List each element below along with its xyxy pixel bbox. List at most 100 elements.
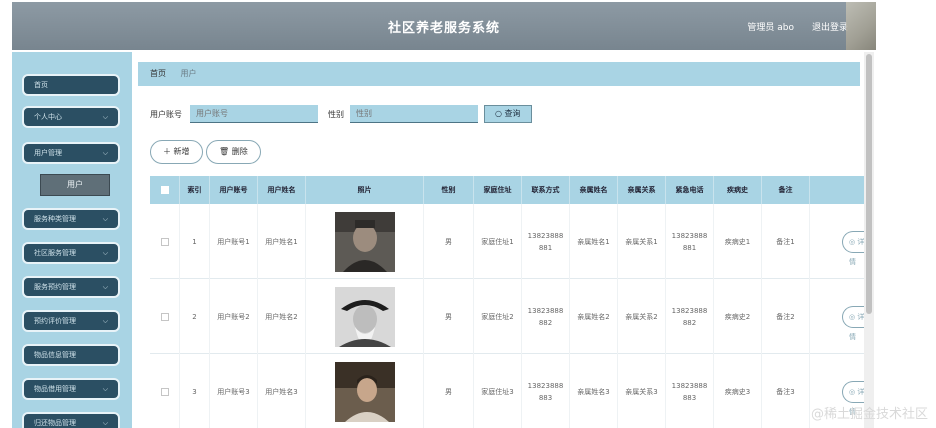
cell-emergency-phone: 13823888883 bbox=[666, 354, 714, 428]
chevron-down-icon: ⌵ bbox=[102, 249, 108, 257]
cell-phone: 13823888883 bbox=[522, 354, 570, 428]
sidebar-item-service-types[interactable]: 服务种类管理 ⌵ bbox=[22, 208, 120, 230]
sidebar-item-label: 个人中心 bbox=[34, 113, 62, 121]
add-button[interactable]: ＋ 新增 bbox=[150, 140, 203, 164]
column-header[interactable]: 索引 bbox=[180, 176, 210, 204]
column-header[interactable]: 紧急电话 bbox=[666, 176, 714, 204]
sidebar: 首页 个人中心 ⌵ 用户管理 ⌵ 用户 服务种类管理 ⌵ 社区服务管理 ⌵ 服务… bbox=[12, 52, 132, 428]
cell-relation: 亲属关系1 bbox=[618, 204, 666, 279]
cell-note: 备注2 bbox=[762, 279, 810, 354]
column-header[interactable]: 疾病史 bbox=[714, 176, 762, 204]
sidebar-item-label: 预约评价管理 bbox=[34, 317, 76, 325]
cell-name: 用户姓名1 bbox=[258, 204, 306, 279]
account-label: 用户账号 bbox=[150, 110, 182, 119]
info-icon: ◎ bbox=[849, 387, 856, 396]
column-header[interactable]: 照片 bbox=[306, 176, 424, 204]
delete-button[interactable]: 🗑 删除 bbox=[206, 140, 261, 164]
cell-name: 用户姓名3 bbox=[258, 354, 306, 428]
sidebar-item-service-booking[interactable]: 服务预约管理 ⌵ bbox=[22, 276, 120, 298]
chevron-down-icon: ⌵ bbox=[102, 215, 108, 223]
sidebar-item-item-info[interactable]: 物品信息管理 bbox=[22, 344, 120, 366]
chevron-down-icon: ⌵ bbox=[102, 113, 108, 121]
row-select-cell bbox=[150, 279, 180, 354]
chevron-down-icon: ⌵ bbox=[102, 385, 108, 393]
info-icon: ◎ bbox=[849, 312, 856, 321]
app-title: 社区养老服务系统 bbox=[387, 21, 500, 36]
scrollbar-thumb[interactable] bbox=[866, 54, 872, 314]
column-header[interactable]: 备注 bbox=[762, 176, 810, 204]
vertical-scrollbar[interactable] bbox=[864, 52, 874, 428]
sidebar-item-label: 服务种类管理 bbox=[34, 215, 76, 223]
search-icon: ○ bbox=[495, 109, 502, 118]
cell-photo bbox=[306, 204, 424, 279]
sidebar-item-user-management[interactable]: 用户管理 ⌵ bbox=[22, 142, 120, 164]
sidebar-item-booking-review[interactable]: 预约评价管理 ⌵ bbox=[22, 310, 120, 332]
chevron-down-icon: ⌵ bbox=[102, 317, 108, 325]
column-header[interactable]: 亲属关系 bbox=[618, 176, 666, 204]
sidebar-item-label: 物品信息管理 bbox=[34, 351, 76, 359]
cell-note: 备注1 bbox=[762, 204, 810, 279]
cell-disease: 疾病史2 bbox=[714, 279, 762, 354]
cell-index: 1 bbox=[180, 204, 210, 279]
chevron-down-icon: ⌵ bbox=[102, 283, 108, 291]
cell-relative-name: 亲属姓名1 bbox=[570, 204, 618, 279]
gender-label: 性别 bbox=[328, 110, 344, 119]
cell-address: 家庭住址1 bbox=[474, 204, 522, 279]
cell-emergency-phone: 13823888881 bbox=[666, 204, 714, 279]
cell-phone: 13823888881 bbox=[522, 204, 570, 279]
account-search-input[interactable] bbox=[190, 105, 318, 123]
row-checkbox[interactable] bbox=[160, 312, 169, 321]
cell-gender: 男 bbox=[424, 204, 474, 279]
top-header: 社区养老服务系统 管理员 abo 退出登录 bbox=[12, 2, 876, 50]
cell-actions: ◎ 详情 bbox=[810, 279, 870, 354]
info-icon: ◎ bbox=[849, 237, 856, 246]
cell-relative-name: 亲属姓名2 bbox=[570, 279, 618, 354]
cell-relation: 亲属关系3 bbox=[618, 354, 666, 428]
logout-link[interactable]: 退出登录 bbox=[812, 20, 848, 33]
cell-note: 备注3 bbox=[762, 354, 810, 428]
sidebar-item-profile[interactable]: 个人中心 ⌵ bbox=[22, 106, 120, 128]
gender-search-input[interactable] bbox=[350, 105, 478, 123]
row-checkbox[interactable] bbox=[160, 387, 169, 396]
row-checkbox[interactable] bbox=[160, 237, 169, 246]
cell-address: 家庭住址3 bbox=[474, 354, 522, 428]
table-row[interactable]: 3 用户账号3 用户姓名3 男 家庭住址3 13823888883 亲属姓名3 bbox=[150, 354, 870, 428]
sidebar-item-label: 用户管理 bbox=[34, 149, 62, 157]
chevron-down-icon: ⌵ bbox=[102, 419, 108, 427]
column-header[interactable]: 亲属姓名 bbox=[570, 176, 618, 204]
cell-disease: 疾病史3 bbox=[714, 354, 762, 428]
column-header[interactable]: 家庭住址 bbox=[474, 176, 522, 204]
select-all-checkbox[interactable] bbox=[160, 186, 169, 194]
plus-icon: ＋ bbox=[163, 147, 171, 156]
table-row[interactable]: 1 用户账号1 用户姓名1 男 家庭住址1 13823888881 亲属姓名1 bbox=[150, 204, 870, 279]
cell-name: 用户姓名2 bbox=[258, 279, 306, 354]
breadcrumb-current: 用户 bbox=[180, 69, 197, 78]
cell-actions: ◎ 详情 bbox=[810, 204, 870, 279]
submenu-item-users[interactable]: 用户 bbox=[40, 174, 110, 196]
cell-relative-name: 亲属姓名3 bbox=[570, 354, 618, 428]
sidebar-item-item-borrow[interactable]: 物品借用管理 ⌵ bbox=[22, 378, 120, 400]
cell-index: 3 bbox=[180, 354, 210, 428]
table-row[interactable]: 2 用户账号2 用户姓名2 男 家庭住址2 13823888882 亲属姓名2 bbox=[150, 279, 870, 354]
delete-button-label: 删除 bbox=[231, 147, 248, 156]
sidebar-item-label: 物品借用管理 bbox=[34, 385, 76, 393]
sidebar-item-home[interactable]: 首页 bbox=[22, 74, 120, 96]
query-button-label: 查询 bbox=[504, 109, 521, 118]
user-photo bbox=[334, 286, 395, 347]
column-header[interactable]: 用户账号 bbox=[210, 176, 258, 204]
breadcrumb: 首页 用户 bbox=[138, 62, 860, 86]
query-button[interactable]: ○ 查询 bbox=[484, 105, 532, 123]
add-button-label: 新增 bbox=[173, 147, 190, 156]
trash-icon: 🗑 bbox=[219, 147, 230, 156]
column-header[interactable]: 用户姓名 bbox=[258, 176, 306, 204]
sidebar-item-item-return[interactable]: 归还物品管理 ⌵ bbox=[22, 412, 120, 428]
cell-account: 用户账号1 bbox=[210, 204, 258, 279]
watermark: @稀土掘金技术社区 bbox=[810, 407, 928, 422]
column-header[interactable]: 性别 bbox=[424, 176, 474, 204]
select-all-cell bbox=[150, 176, 180, 204]
sidebar-item-label: 归还物品管理 bbox=[34, 419, 76, 427]
breadcrumb-home[interactable]: 首页 bbox=[150, 69, 166, 78]
column-header[interactable]: 联系方式 bbox=[522, 176, 570, 204]
user-photo bbox=[334, 211, 395, 272]
sidebar-item-community-services[interactable]: 社区服务管理 ⌵ bbox=[22, 242, 120, 264]
